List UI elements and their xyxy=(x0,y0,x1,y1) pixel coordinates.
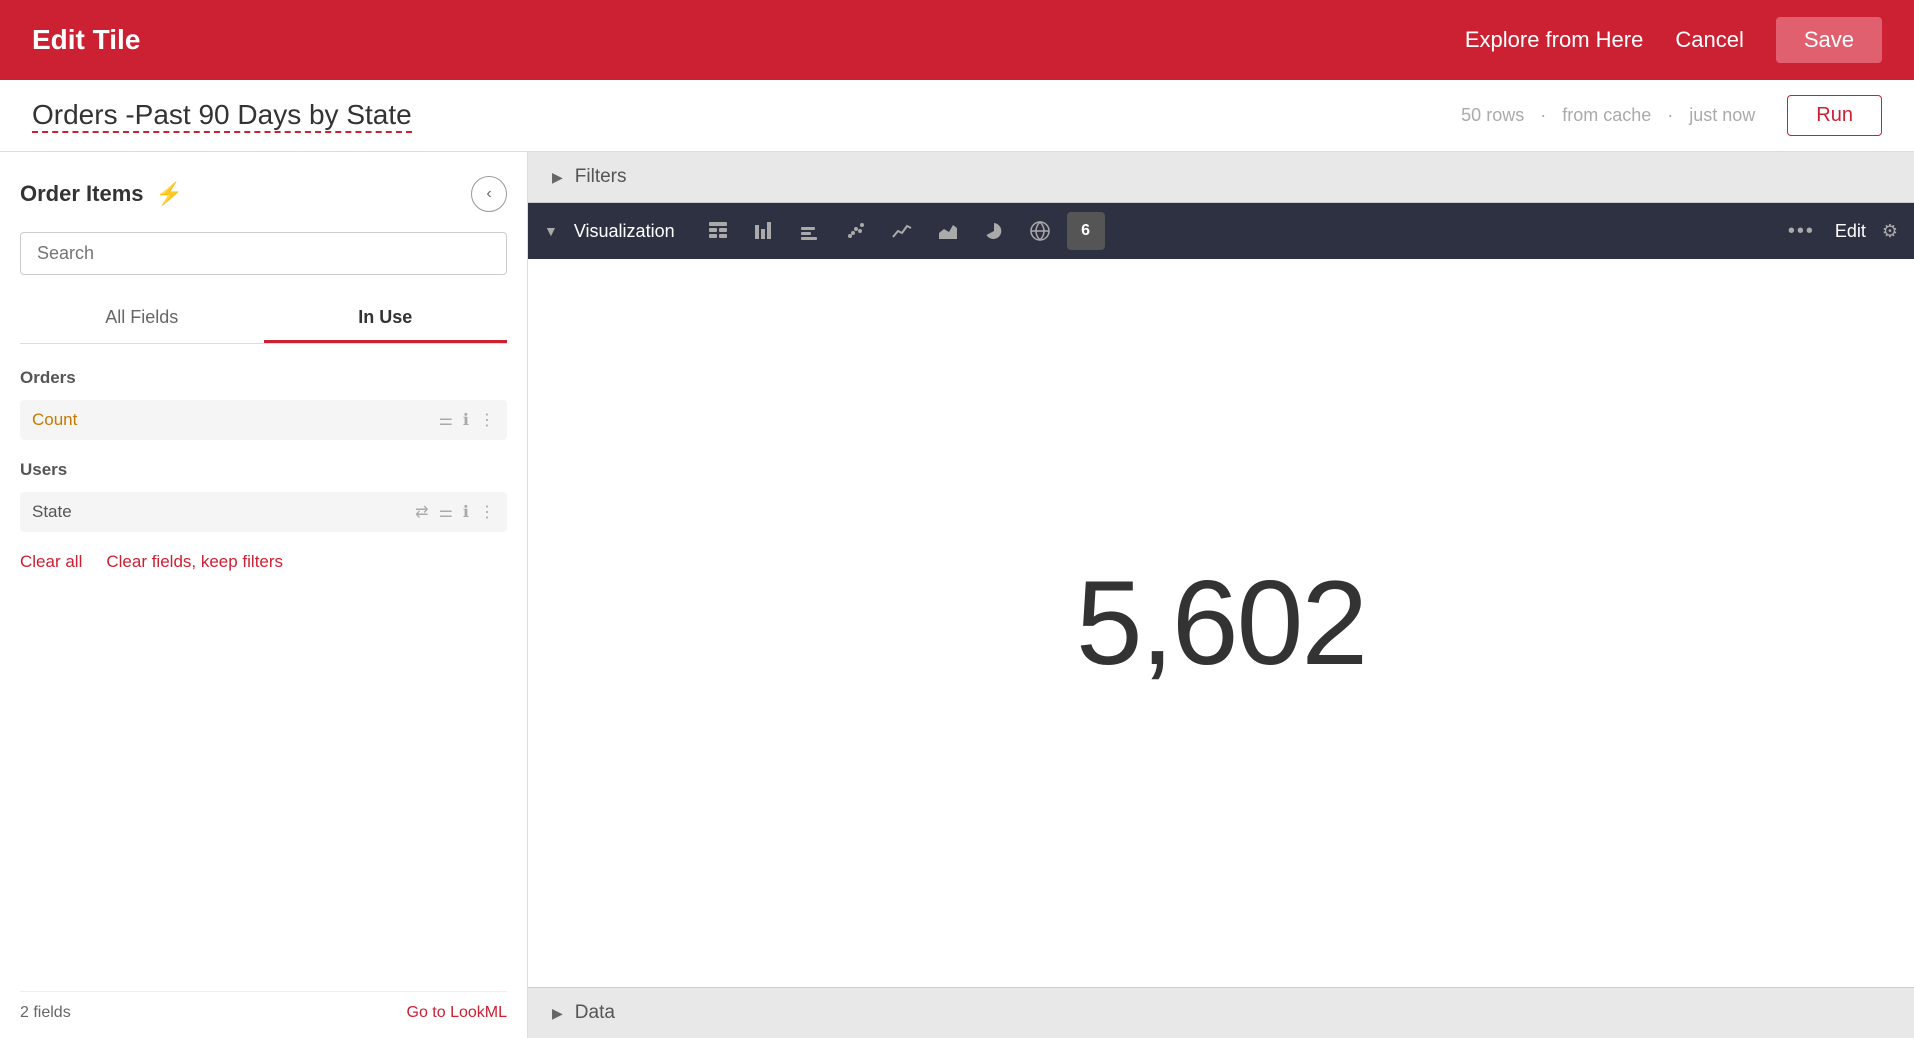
clear-all-button[interactable]: Clear all xyxy=(20,552,82,572)
header-actions: Explore from Here Cancel Save xyxy=(1465,17,1882,63)
filter-icon-state[interactable]: ⚌ xyxy=(439,502,453,522)
pie-chart-icon-button[interactable] xyxy=(975,212,1013,250)
clear-actions: Clear all Clear fields, keep filters xyxy=(20,544,507,572)
count-field-icons: ⚌ ℹ ⋮ xyxy=(439,410,495,430)
separator-2: · xyxy=(1667,105,1673,126)
tab-all-fields[interactable]: All Fields xyxy=(20,295,264,343)
query-time: just now xyxy=(1689,105,1755,126)
page-title: Edit Tile xyxy=(32,24,140,56)
visualization-bar: ▼ Visualization xyxy=(528,203,1914,259)
visualization-label: Visualization xyxy=(574,221,675,242)
table-icon-button[interactable] xyxy=(699,212,737,250)
query-meta: 50 rows · from cache · just now Run xyxy=(1461,95,1882,136)
run-button[interactable]: Run xyxy=(1787,95,1882,136)
more-icon[interactable]: ⋮ xyxy=(479,410,495,430)
single-value-symbol: 6 xyxy=(1081,222,1090,240)
count-field-row: Count ⚌ ℹ ⋮ xyxy=(20,400,507,440)
edit-viz-button[interactable]: Edit xyxy=(1835,221,1866,242)
scatter-icon-button[interactable] xyxy=(837,212,875,250)
data-bar[interactable]: ▶ Data xyxy=(528,987,1914,1038)
cache-source: from cache xyxy=(1562,105,1651,126)
map-icon-button[interactable] xyxy=(1021,212,1059,250)
fields-count: 2 fields xyxy=(20,1004,71,1022)
search-input[interactable] xyxy=(20,232,507,275)
main-content: Order Items ⚡ ‹ All Fields In Use Orders… xyxy=(0,152,1914,1038)
filter-icon[interactable]: ⚌ xyxy=(439,410,453,430)
separator-1: · xyxy=(1540,105,1546,126)
visualization-area: 5,602 xyxy=(528,259,1914,987)
filters-chevron-icon: ▶ xyxy=(552,169,563,186)
save-button[interactable]: Save xyxy=(1776,17,1882,63)
cancel-button[interactable]: Cancel xyxy=(1675,27,1743,53)
model-name: Order Items xyxy=(20,181,144,207)
filters-label: Filters xyxy=(575,166,627,188)
count-field-name: Count xyxy=(32,410,439,430)
area-chart-icon-button[interactable] xyxy=(929,212,967,250)
data-chevron-icon: ▶ xyxy=(552,1005,563,1022)
single-value-display: 5,602 xyxy=(1076,554,1366,692)
header: Edit Tile Explore from Here Cancel Save xyxy=(0,0,1914,80)
info-icon[interactable]: ℹ xyxy=(463,410,469,430)
viz-settings-icon[interactable]: ⚙ xyxy=(1882,221,1898,242)
rows-count: 50 rows xyxy=(1461,105,1524,126)
tab-in-use[interactable]: In Use xyxy=(264,295,508,343)
sidebar: Order Items ⚡ ‹ All Fields In Use Orders… xyxy=(0,152,528,1038)
field-tabs: All Fields In Use xyxy=(20,295,507,344)
bar-chart-icon-button[interactable] xyxy=(745,212,783,250)
data-label: Data xyxy=(575,1002,615,1024)
state-field-icons: ⇄ ⚌ ℹ ⋮ xyxy=(415,502,495,522)
state-field-name: State xyxy=(32,502,415,522)
explore-from-here-button[interactable]: Explore from Here xyxy=(1465,27,1644,53)
collapse-sidebar-button[interactable]: ‹ xyxy=(471,176,507,212)
query-bar: Orders -Past 90 Days by State 50 rows · … xyxy=(0,80,1914,152)
sidebar-footer: 2 fields Go to LookML xyxy=(20,991,507,1022)
orders-section-label: Orders xyxy=(20,364,507,392)
go-to-lookml-button[interactable]: Go to LookML xyxy=(407,1004,508,1022)
model-label: Order Items ⚡ xyxy=(20,181,183,207)
viz-chevron-icon: ▼ xyxy=(544,223,558,239)
info-icon-state[interactable]: ℹ xyxy=(463,502,469,522)
state-field-row: State ⇄ ⚌ ℹ ⋮ xyxy=(20,492,507,532)
pivot-icon[interactable]: ⇄ xyxy=(415,502,428,522)
single-value-icon-button[interactable]: 6 xyxy=(1067,212,1105,250)
query-title: Orders -Past 90 Days by State xyxy=(32,99,412,133)
clear-fields-keep-filters-button[interactable]: Clear fields, keep filters xyxy=(106,552,283,572)
users-section-label: Users xyxy=(20,456,507,484)
fields-section: Orders Count ⚌ ℹ ⋮ Users State ⇄ ⚌ ℹ ⋮ xyxy=(20,364,507,983)
more-viz-options-button[interactable]: ••• xyxy=(1788,220,1815,243)
line-chart-icon-button[interactable] xyxy=(883,212,921,250)
more-icon-state[interactable]: ⋮ xyxy=(479,502,495,522)
sidebar-header: Order Items ⚡ ‹ xyxy=(20,176,507,212)
column-chart-icon-button[interactable] xyxy=(791,212,829,250)
filters-bar[interactable]: ▶ Filters xyxy=(528,152,1914,203)
lightning-icon: ⚡ xyxy=(156,181,183,207)
right-panel: ▶ Filters ▼ Visualization xyxy=(528,152,1914,1038)
